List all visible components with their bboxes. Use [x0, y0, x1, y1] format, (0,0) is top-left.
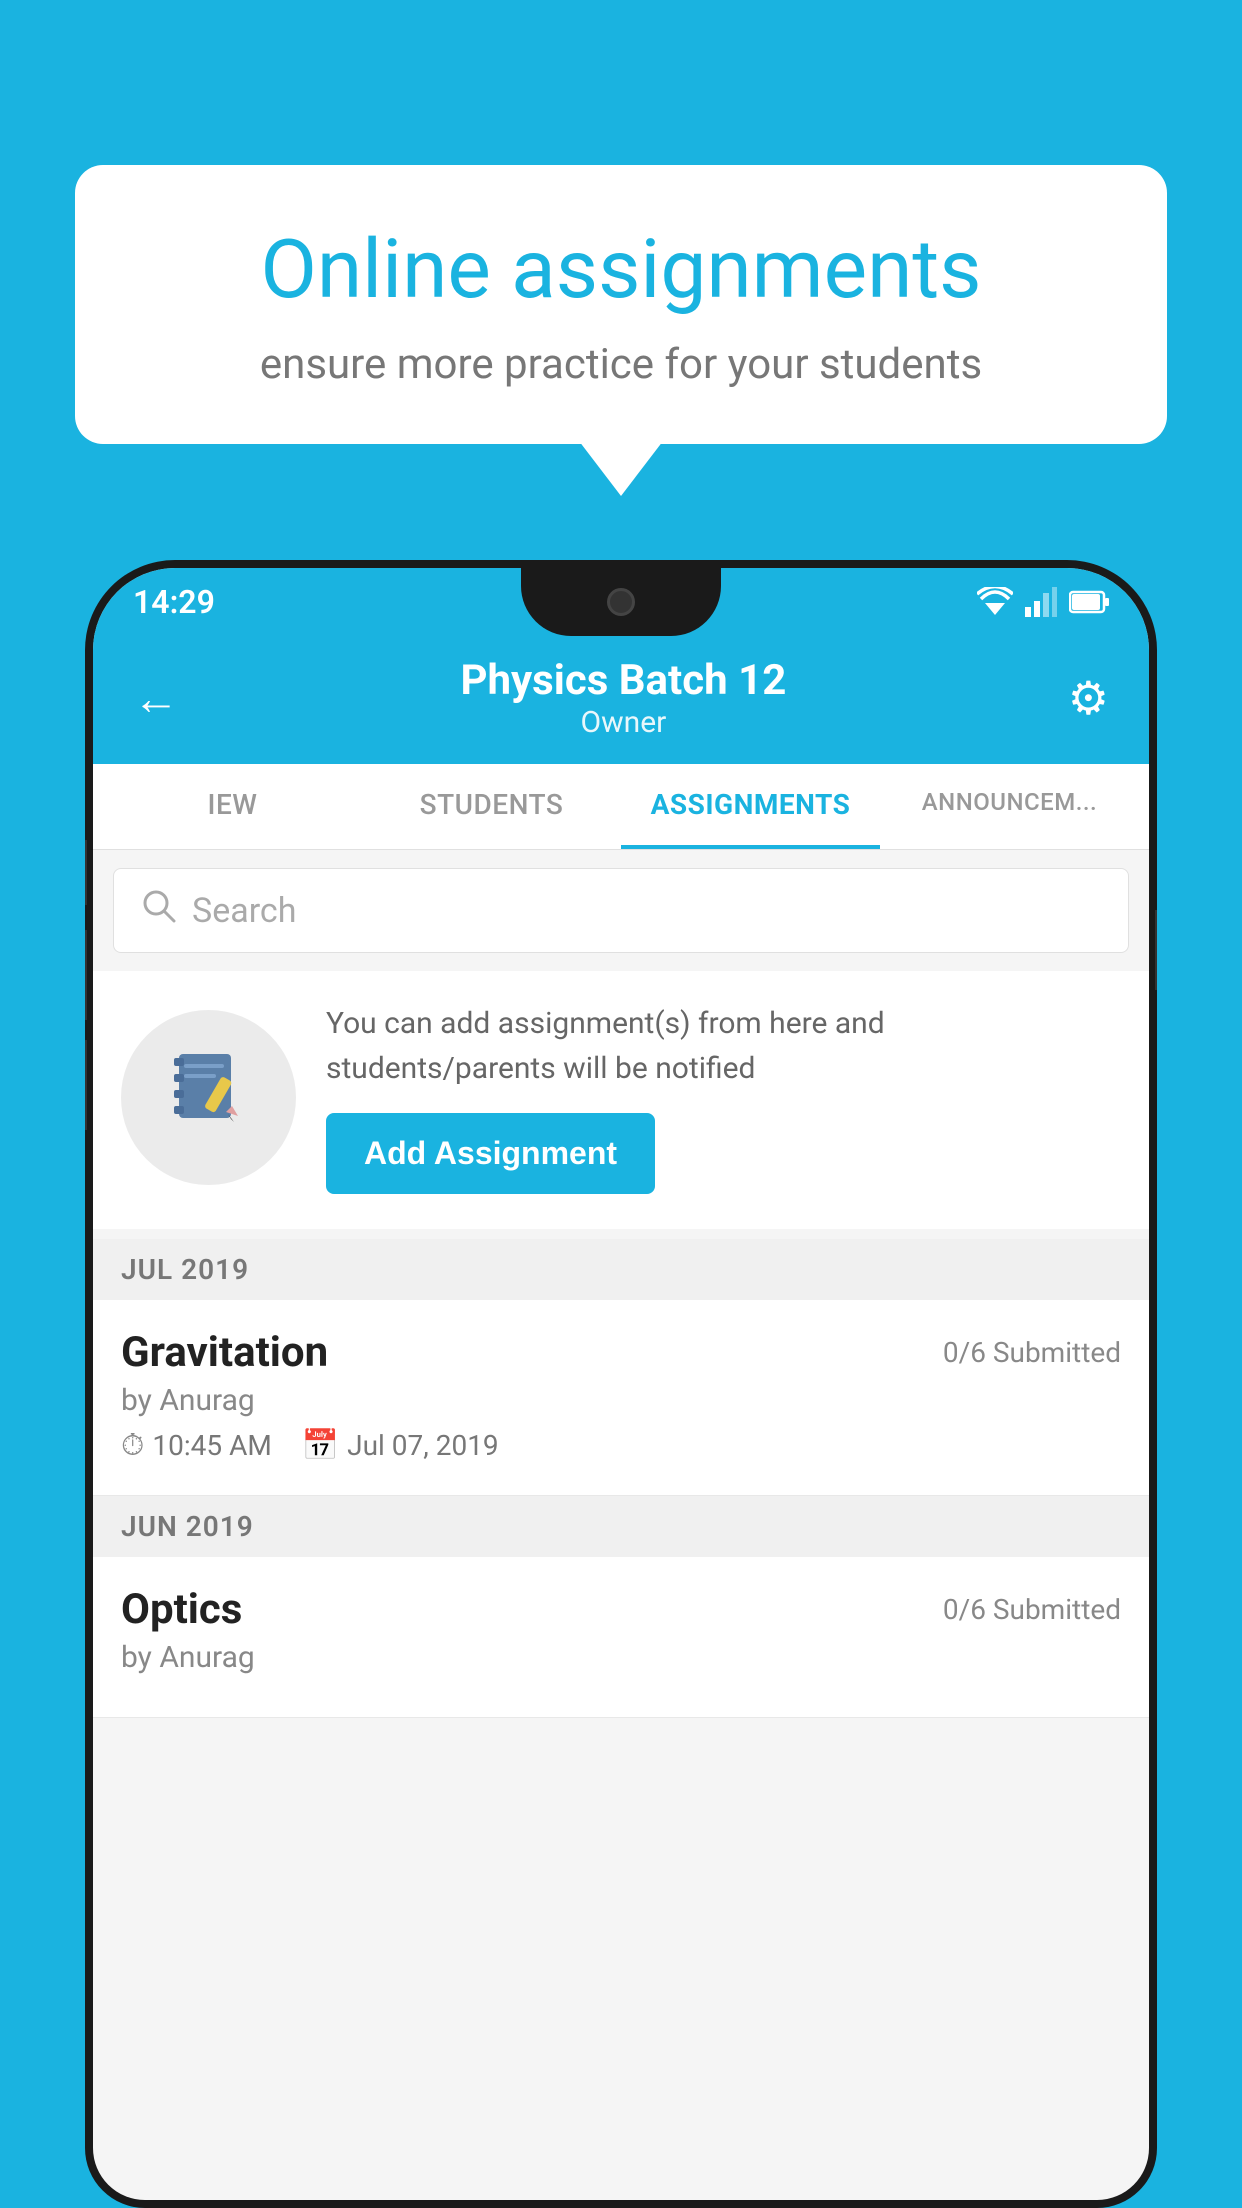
header-title: Physics Batch 12	[460, 656, 786, 705]
tab-bar: IEW STUDENTS ASSIGNMENTS ANNOUNCEM...	[93, 764, 1149, 850]
volume-silent-button	[85, 840, 87, 905]
header-center: Physics Batch 12 Owner	[460, 656, 786, 740]
assignment-item-optics[interactable]: Optics 0/6 Submitted by Anurag	[93, 1557, 1149, 1718]
empty-state-card: You can add assignment(s) from here and …	[93, 971, 1149, 1229]
status-icons	[977, 587, 1109, 617]
bubble-title: Online assignments	[145, 225, 1097, 315]
section-header-jun: JUN 2019	[93, 1496, 1149, 1557]
clock-icon: ⏱	[121, 1428, 144, 1463]
battery-icon	[1069, 588, 1109, 616]
assignment-submitted: 0/6 Submitted	[943, 1328, 1121, 1369]
app-header: ← Physics Batch 12 Owner ⚙	[93, 636, 1149, 764]
assignment-top-row-optics: Optics 0/6 Submitted	[121, 1585, 1121, 1634]
assignment-by-optics: by Anurag	[121, 1640, 1121, 1675]
calendar-icon: 📅	[302, 1428, 339, 1463]
tab-students[interactable]: STUDENTS	[362, 764, 621, 849]
wifi-icon	[977, 587, 1013, 617]
phone-screen: 14:29	[93, 568, 1149, 2200]
tab-assignments[interactable]: ASSIGNMENTS	[621, 764, 880, 849]
volume-down-button	[85, 1040, 87, 1130]
empty-state-right: You can add assignment(s) from here and …	[326, 1001, 1121, 1194]
speech-bubble: Online assignments ensure more practice …	[75, 165, 1167, 444]
volume-up-button	[85, 930, 87, 1020]
notch	[521, 568, 721, 636]
power-button	[1155, 910, 1157, 990]
settings-icon[interactable]: ⚙	[1068, 671, 1109, 726]
signal-icon	[1025, 587, 1057, 617]
tab-announcements[interactable]: ANNOUNCEM...	[880, 764, 1139, 849]
assignment-submitted-optics: 0/6 Submitted	[943, 1585, 1121, 1626]
header-subtitle: Owner	[460, 705, 786, 740]
assignment-item-gravitation[interactable]: Gravitation 0/6 Submitted by Anurag ⏱ 10…	[93, 1300, 1149, 1496]
back-button[interactable]: ←	[133, 671, 179, 726]
add-assignment-button[interactable]: Add Assignment	[326, 1113, 655, 1194]
assignment-icon-circle	[121, 1010, 296, 1185]
assignment-top-row: Gravitation 0/6 Submitted	[121, 1328, 1121, 1377]
section-header-jul: JUL 2019	[93, 1239, 1149, 1300]
assignment-date: 📅 Jul 07, 2019	[302, 1428, 499, 1463]
empty-state-description: You can add assignment(s) from here and …	[326, 1001, 1121, 1091]
assignment-icon	[164, 1044, 254, 1152]
camera	[607, 588, 635, 616]
search-input[interactable]: Search	[192, 891, 296, 931]
assignment-meta: ⏱ 10:45 AM 📅 Jul 07, 2019	[121, 1428, 1121, 1463]
tab-iew[interactable]: IEW	[103, 764, 362, 849]
search-bar[interactable]: Search	[113, 868, 1129, 953]
assignment-time: ⏱ 10:45 AM	[121, 1428, 272, 1463]
assignment-by: by Anurag	[121, 1383, 1121, 1418]
bubble-subtitle: ensure more practice for your students	[145, 340, 1097, 389]
search-icon	[142, 889, 176, 932]
speech-bubble-container: Online assignments ensure more practice …	[75, 165, 1167, 444]
status-time: 14:29	[133, 583, 215, 621]
phone-frame: 14:29	[85, 560, 1157, 2208]
assignment-name: Gravitation	[121, 1328, 328, 1377]
assignment-name-optics: Optics	[121, 1585, 242, 1634]
